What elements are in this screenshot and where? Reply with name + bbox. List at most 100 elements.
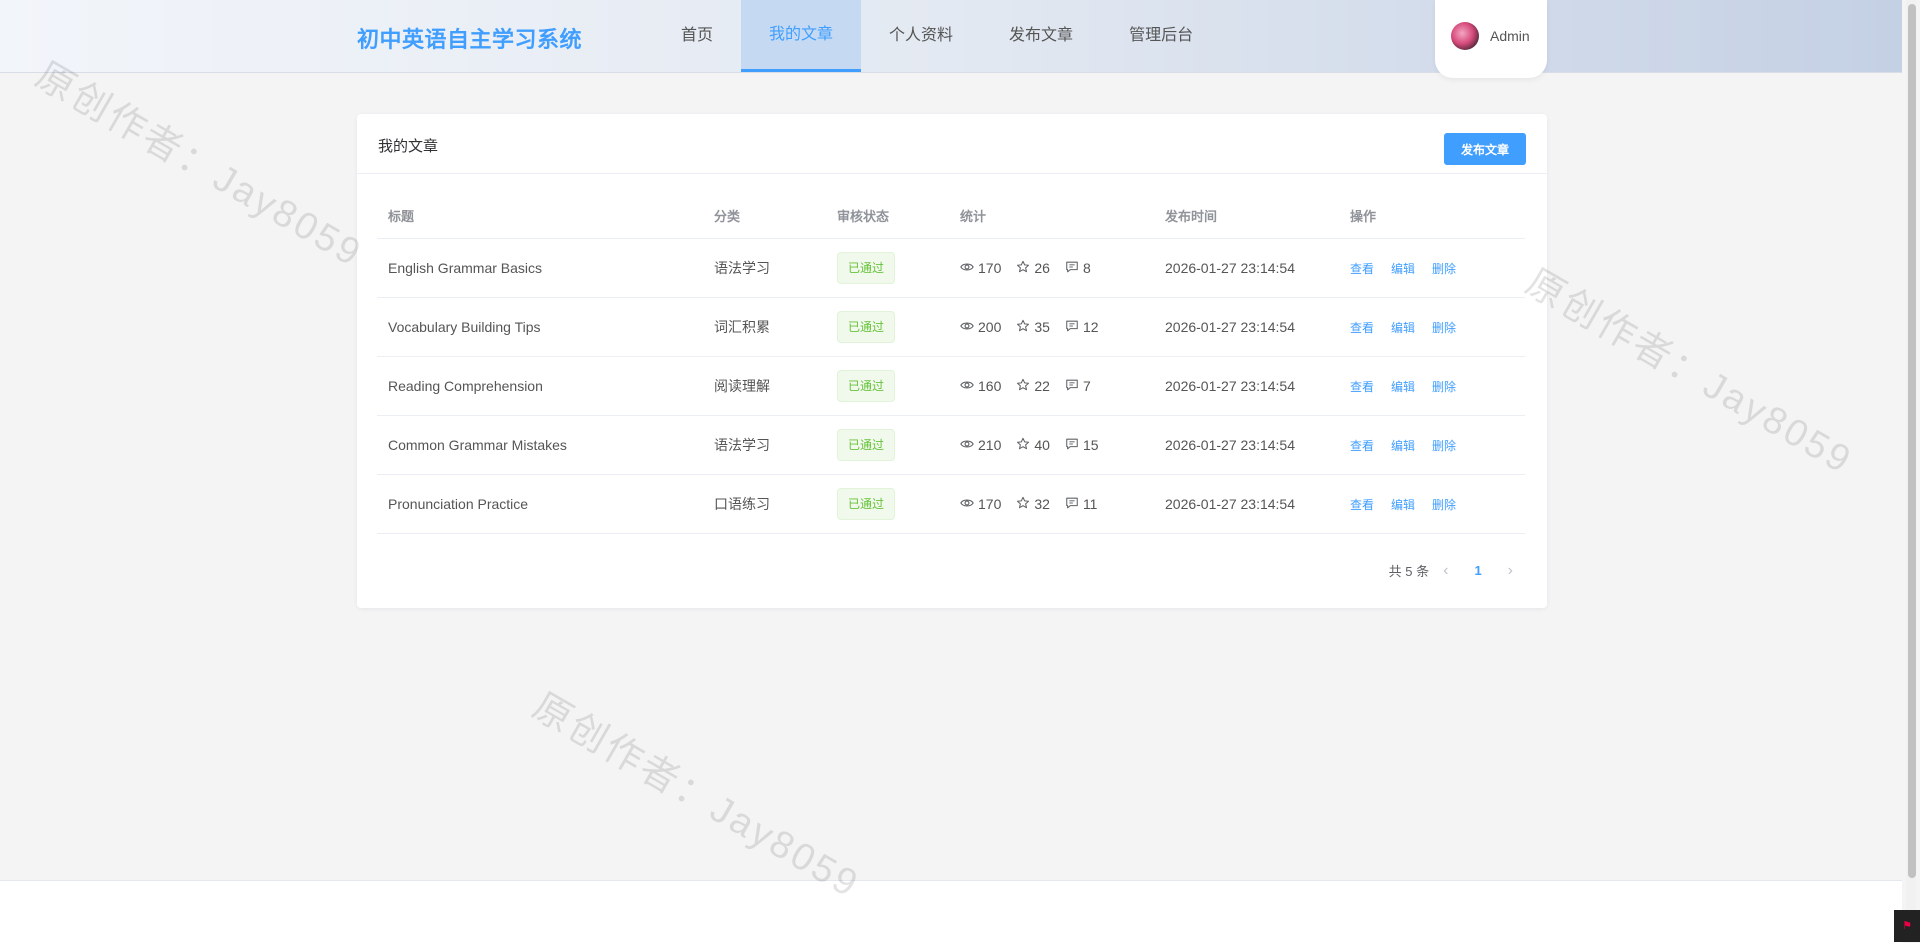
views-count: 200 bbox=[978, 319, 1002, 335]
comments-count: 15 bbox=[1082, 437, 1099, 453]
pagination-current-page[interactable]: 1 bbox=[1462, 563, 1493, 578]
nav-home[interactable]: 首页 bbox=[653, 0, 741, 72]
page-footer bbox=[0, 880, 1902, 943]
nav-my-articles[interactable]: 我的文章 bbox=[741, 0, 862, 72]
comment-icon bbox=[1065, 378, 1083, 395]
publish-time: 2026-01-27 23:14:54 bbox=[1154, 297, 1339, 357]
publish-time: 2026-01-27 23:14:54 bbox=[1154, 356, 1339, 416]
delete-link[interactable]: 删除 bbox=[1432, 439, 1456, 453]
user-name[interactable]: Admin bbox=[1490, 28, 1530, 44]
delete-link[interactable]: 删除 bbox=[1432, 321, 1456, 335]
star-icon bbox=[1016, 378, 1034, 395]
article-category: 口语练习 bbox=[703, 474, 826, 534]
likes-count: 22 bbox=[1034, 378, 1050, 394]
watermark-1: 原创作者：Jay8059 bbox=[28, 54, 370, 276]
views-count: 160 bbox=[978, 378, 1002, 394]
comment-icon bbox=[1065, 260, 1083, 277]
table-header-row: 标题 分类 审核状态 统计 发布时间 操作 bbox=[377, 192, 1525, 239]
view-link[interactable]: 查看 bbox=[1350, 439, 1374, 453]
article-category: 语法学习 bbox=[703, 238, 826, 298]
user-menu[interactable]: Admin bbox=[1435, 0, 1547, 78]
article-title: English Grammar Basics bbox=[377, 238, 703, 298]
eye-icon bbox=[960, 260, 978, 277]
my-articles-card: 我的文章 发布文章 标题 分类 审核状态 统计 发布时间 操作 English … bbox=[357, 114, 1547, 608]
pagination: 共 5 条 ‹ 1 › bbox=[1389, 561, 1527, 580]
delete-link[interactable]: 删除 bbox=[1432, 262, 1456, 276]
eye-icon bbox=[960, 378, 978, 395]
avatar[interactable] bbox=[1451, 22, 1479, 50]
article-category: 阅读理解 bbox=[703, 356, 826, 416]
table-row: Common Grammar Mistakes 语法学习 已通过 210 40 15 202… bbox=[377, 415, 1525, 475]
article-stats: 200 35 12 bbox=[960, 319, 1154, 336]
status-badge: 已通过 bbox=[837, 370, 896, 402]
likes-count: 32 bbox=[1034, 496, 1050, 512]
col-stats: 统计 bbox=[949, 192, 1154, 239]
nav-publish[interactable]: 发布文章 bbox=[981, 0, 1101, 72]
comments-count: 7 bbox=[1082, 378, 1091, 394]
status-badge: 已通过 bbox=[837, 311, 896, 343]
view-link[interactable]: 查看 bbox=[1350, 498, 1374, 512]
article-stats: 170 26 8 bbox=[960, 260, 1154, 277]
chevron-left-icon[interactable]: ‹ bbox=[1429, 562, 1462, 580]
view-link[interactable]: 查看 bbox=[1350, 262, 1374, 276]
delete-link[interactable]: 删除 bbox=[1432, 498, 1456, 512]
article-stats: 210 40 15 bbox=[960, 437, 1154, 454]
article-title: Common Grammar Mistakes bbox=[377, 415, 703, 475]
table-row: English Grammar Basics 语法学习 已通过 170 26 8 2026-… bbox=[377, 238, 1525, 298]
star-icon bbox=[1016, 496, 1034, 513]
publish-time: 2026-01-27 23:14:54 bbox=[1154, 415, 1339, 475]
eye-icon bbox=[960, 496, 978, 513]
views-count: 210 bbox=[978, 437, 1002, 453]
site-logo[interactable]: 初中英语自主学习系统 bbox=[357, 22, 582, 54]
likes-count: 35 bbox=[1034, 319, 1050, 335]
nav-admin[interactable]: 管理后台 bbox=[1101, 0, 1221, 72]
edit-link[interactable]: 编辑 bbox=[1391, 498, 1415, 512]
star-icon bbox=[1016, 319, 1034, 336]
view-link[interactable]: 查看 bbox=[1350, 321, 1374, 335]
comment-icon bbox=[1065, 319, 1083, 336]
article-stats: 160 22 7 bbox=[960, 378, 1154, 395]
likes-count: 26 bbox=[1034, 260, 1050, 276]
watermark-3: 原创作者：Jay8059 bbox=[525, 685, 867, 907]
eye-icon bbox=[960, 437, 978, 454]
edit-link[interactable]: 编辑 bbox=[1391, 380, 1415, 394]
col-title: 标题 bbox=[377, 192, 703, 239]
star-icon bbox=[1016, 437, 1034, 454]
chevron-right-icon[interactable]: › bbox=[1494, 562, 1527, 580]
publish-time: 2026-01-27 23:14:54 bbox=[1154, 238, 1339, 298]
col-status: 审核状态 bbox=[826, 192, 949, 239]
comment-icon bbox=[1065, 437, 1083, 454]
scrollbar-thumb[interactable] bbox=[1908, 4, 1916, 878]
star-icon bbox=[1016, 260, 1034, 277]
likes-count: 40 bbox=[1034, 437, 1050, 453]
flag-icon[interactable]: ⚑ bbox=[1894, 910, 1920, 942]
views-count: 170 bbox=[978, 260, 1002, 276]
article-title: Pronunciation Practice bbox=[377, 474, 703, 534]
watermark-2: 原创作者：Jay8059 bbox=[1518, 261, 1860, 483]
main-nav: 首页 我的文章 个人资料 发布文章 管理后台 bbox=[653, 0, 1221, 72]
eye-icon bbox=[960, 319, 978, 336]
status-badge: 已通过 bbox=[837, 488, 896, 520]
edit-link[interactable]: 编辑 bbox=[1391, 321, 1415, 335]
comments-count: 12 bbox=[1082, 319, 1099, 335]
comments-count: 11 bbox=[1082, 496, 1098, 512]
col-actions: 操作 bbox=[1339, 192, 1525, 239]
articles-table: 标题 分类 审核状态 统计 发布时间 操作 English Grammar Ba… bbox=[377, 192, 1525, 534]
col-category: 分类 bbox=[703, 192, 826, 239]
delete-link[interactable]: 删除 bbox=[1432, 380, 1456, 394]
article-category: 词汇积累 bbox=[703, 297, 826, 357]
edit-link[interactable]: 编辑 bbox=[1391, 262, 1415, 276]
publish-article-button[interactable]: 发布文章 bbox=[1444, 133, 1526, 165]
view-link[interactable]: 查看 bbox=[1350, 380, 1374, 394]
comments-count: 8 bbox=[1082, 260, 1091, 276]
status-badge: 已通过 bbox=[837, 252, 896, 284]
table-row: Vocabulary Building Tips 词汇积累 已通过 200 35 12 20… bbox=[377, 297, 1525, 357]
edit-link[interactable]: 编辑 bbox=[1391, 439, 1415, 453]
article-category: 语法学习 bbox=[703, 415, 826, 475]
status-badge: 已通过 bbox=[837, 429, 896, 461]
card-title: 我的文章 bbox=[378, 138, 439, 155]
table-row: Reading Comprehension 阅读理解 已通过 160 22 7 2026-0… bbox=[377, 356, 1525, 416]
nav-profile[interactable]: 个人资料 bbox=[861, 0, 981, 72]
comment-icon bbox=[1065, 496, 1083, 513]
pagination-total: 共 5 条 bbox=[1388, 564, 1430, 579]
